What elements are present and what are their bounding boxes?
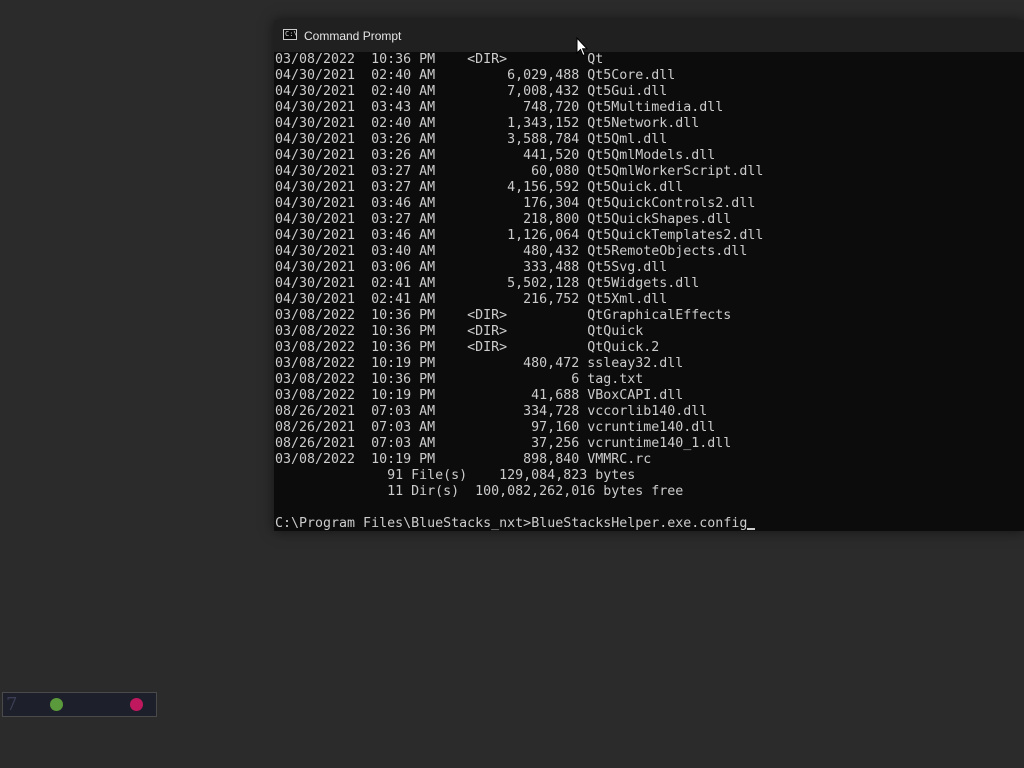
console-line: 04/30/2021 03:27 AM 60,080 Qt5QmlWorkerS… <box>275 164 764 179</box>
mouse-pointer-icon <box>576 37 588 57</box>
console-line: 04/30/2021 03:27 AM 218,800 Qt5QuickShap… <box>275 212 732 227</box>
console-line: 03/08/2022 10:36 PM 6 tag.txt <box>275 372 644 387</box>
console-output[interactable]: 03/08/2022 10:36 PM <DIR> Qt 04/30/2021 0… <box>275 52 1024 531</box>
console-line: 08/26/2021 07:03 AM 334,728 vccorlib140.… <box>275 404 708 419</box>
console-line: 03/08/2022 10:36 PM <DIR> QtQuick.2 <box>275 340 660 355</box>
console-line: 04/30/2021 02:40 AM 1,343,152 Qt5Network… <box>275 116 700 131</box>
console-line: 03/08/2022 10:19 PM 41,688 VBoxCAPI.dll <box>275 388 684 403</box>
console-line: 04/30/2021 02:41 AM 216,752 Qt5Xml.dll <box>275 292 668 307</box>
text-cursor <box>747 528 756 530</box>
console-line: 03/08/2022 10:36 PM <DIR> Qt <box>275 52 604 67</box>
console-line: 04/30/2021 03:06 AM 333,488 Qt5Svg.dll <box>275 260 668 275</box>
console-line: 03/08/2022 10:19 PM 898,840 VMMRC.rc <box>275 452 652 467</box>
cmd-icon-label: C:\ <box>285 30 298 38</box>
window-titlebar[interactable]: C:\ Command Prompt <box>274 20 1024 52</box>
console-line: 91 File(s) 129,084,823 bytes <box>275 468 636 483</box>
command-line[interactable]: C:\Program Files\BlueStacks_nxt>BlueStac… <box>275 516 1024 531</box>
console-line: 08/26/2021 07:03 AM 37,256 vcruntime140_… <box>275 436 732 451</box>
console-line: 04/30/2021 02:40 AM 6,029,488 Qt5Core.dl… <box>275 68 676 83</box>
console-line: 04/30/2021 03:46 AM 1,126,064 Qt5QuickTe… <box>275 228 764 243</box>
console-line: 04/30/2021 03:26 AM 3,588,784 Qt5Qml.dll <box>275 132 668 147</box>
command-prompt-path: C:\Program Files\BlueStacks_nxt> <box>275 516 532 531</box>
green-status-icon[interactable] <box>50 698 63 711</box>
console-line: 04/30/2021 02:41 AM 5,502,128 Qt5Widgets… <box>275 276 700 291</box>
console-line: 03/08/2022 10:19 PM 480,472 ssleay32.dll <box>275 356 684 371</box>
console-line: 03/08/2022 10:36 PM <DIR> QtQuick <box>275 324 644 339</box>
command-prompt-window[interactable]: C:\ Command Prompt 03/08/2022 10:36 PM <… <box>274 20 1024 531</box>
console-line: 04/30/2021 02:40 AM 7,008,432 Qt5Gui.dll <box>275 84 668 99</box>
cmd-icon: C:\ <box>283 29 298 40</box>
pink-status-icon[interactable] <box>130 698 143 711</box>
console-line: 04/30/2021 03:43 AM 748,720 Qt5Multimedi… <box>275 100 724 115</box>
console-line: 04/30/2021 03:40 AM 480,432 Qt5RemoteObj… <box>275 244 748 259</box>
console-line: 04/30/2021 03:27 AM 4,156,592 Qt5Quick.d… <box>275 180 684 195</box>
console-line: 04/30/2021 03:46 AM 176,304 Qt5QuickCont… <box>275 196 756 211</box>
widget-glyph-icon: 7 <box>6 694 18 715</box>
console-line: 11 Dir(s) 100,082,262,016 bytes free <box>275 484 684 499</box>
window-title: Command Prompt <box>304 29 402 43</box>
desktop: C:\ Command Prompt 03/08/2022 10:36 PM <… <box>0 0 1024 768</box>
command-input[interactable]: BlueStacksHelper.exe.config <box>531 516 747 531</box>
console-line: 04/30/2021 03:26 AM 441,520 Qt5QmlModels… <box>275 148 716 163</box>
console-line: 03/08/2022 10:36 PM <DIR> QtGraphicalEff… <box>275 308 732 323</box>
floating-widget[interactable]: 7 <box>2 692 157 717</box>
console-line: 08/26/2021 07:03 AM 97,160 vcruntime140.… <box>275 420 716 435</box>
